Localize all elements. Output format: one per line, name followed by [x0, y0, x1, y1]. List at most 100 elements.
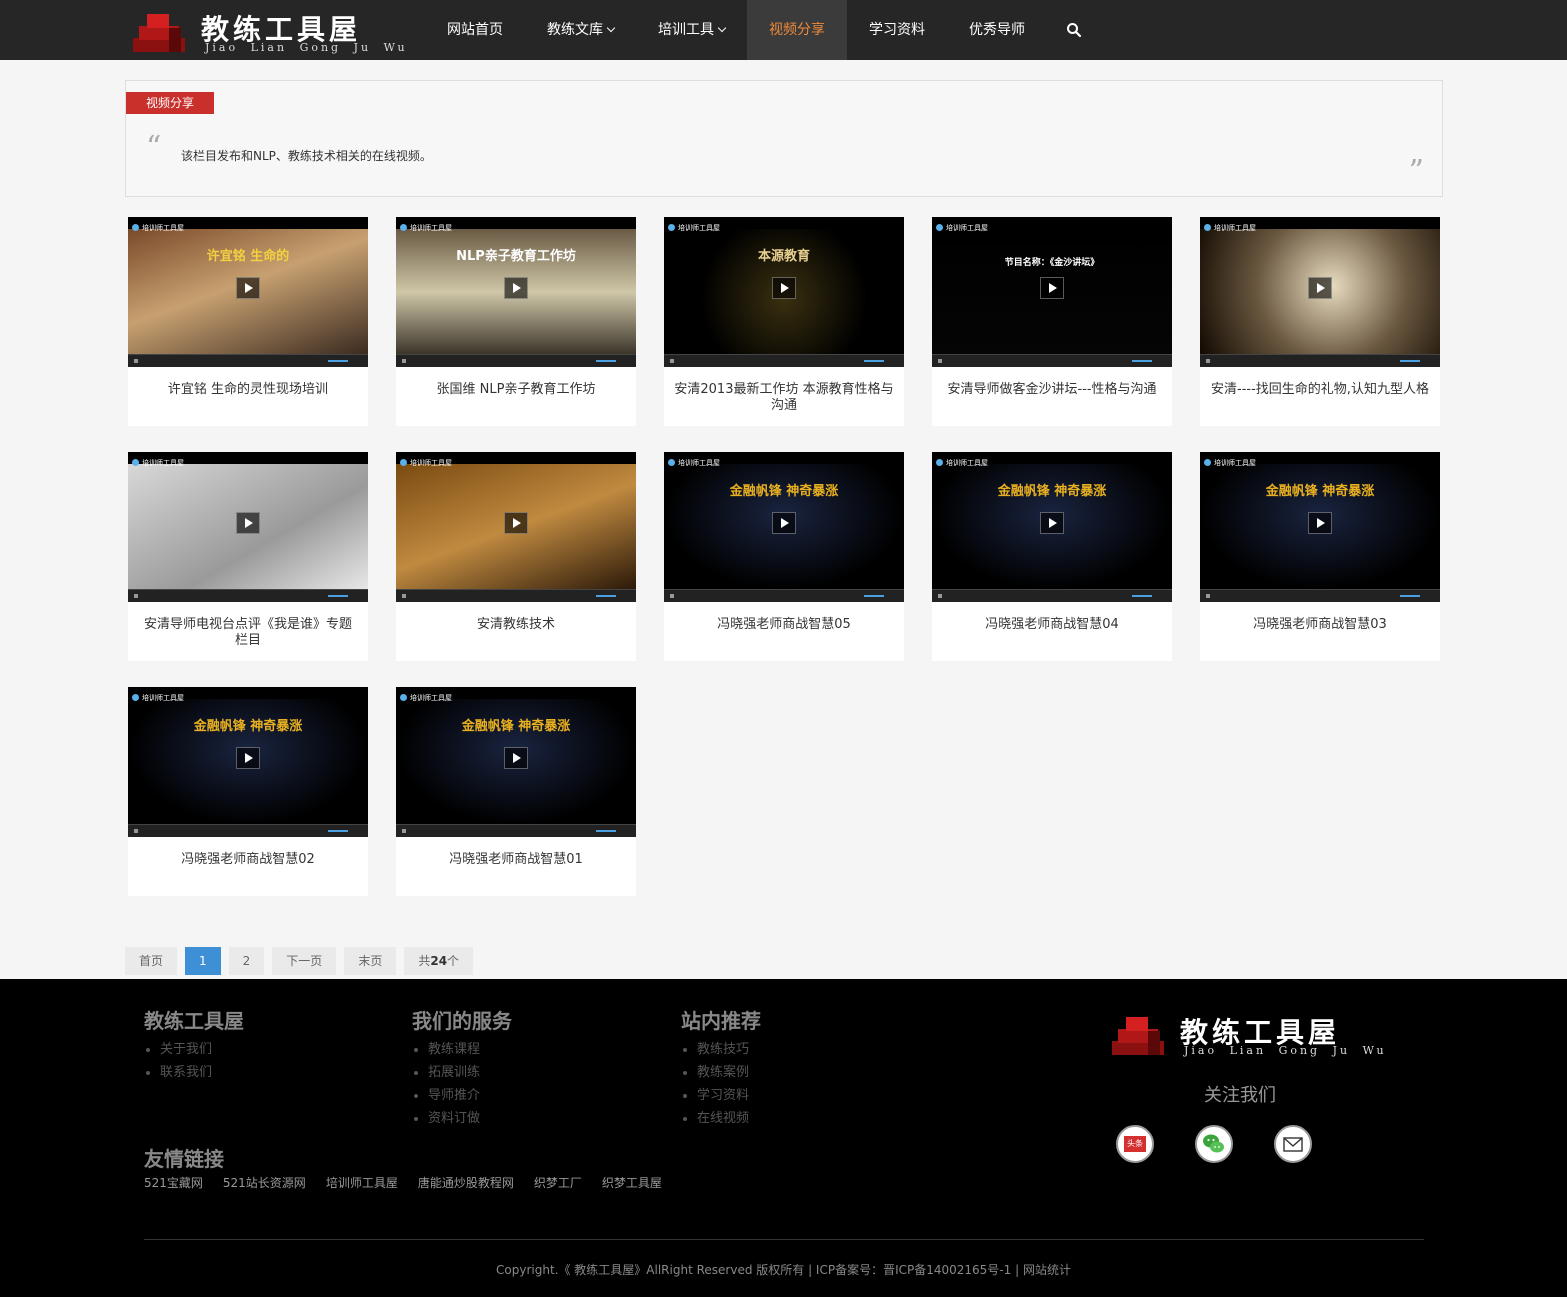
video-card[interactable]: 培训师工具屋安清教练技术 — [396, 452, 636, 661]
play-icon[interactable] — [504, 512, 528, 534]
pager-last[interactable]: 末页 — [344, 947, 397, 975]
footer-link[interactable]: 导师推介 — [414, 1084, 512, 1107]
player-control-bar[interactable] — [396, 824, 636, 837]
thumbnail-brand: 培训师工具屋 — [1204, 223, 1256, 233]
video-thumbnail[interactable]: 培训师工具屋 金融帆锋 神奇暴涨 — [664, 452, 904, 602]
nav-mentors[interactable]: 优秀导师 — [947, 0, 1047, 60]
video-card[interactable]: 培训师工具屋 NLP亲子教育工作坊张国维 NLP亲子教育工作坊 — [396, 217, 636, 426]
player-control-bar[interactable] — [664, 354, 904, 367]
play-icon[interactable] — [772, 512, 796, 534]
pager-next[interactable]: 下一页 — [272, 947, 337, 975]
player-control-bar[interactable] — [932, 589, 1172, 602]
footer-link[interactable]: 拓展训练 — [414, 1061, 512, 1084]
video-thumbnail[interactable]: 培训师工具屋 NLP亲子教育工作坊 — [396, 217, 636, 367]
search-icon[interactable] — [1066, 22, 1082, 38]
video-thumbnail[interactable]: 培训师工具屋 节目名称：《金沙讲坛》 — [932, 217, 1172, 367]
player-control-bar[interactable] — [932, 354, 1172, 367]
video-card[interactable]: 培训师工具屋 金融帆锋 神奇暴涨冯晓强老师商战智慧04 — [932, 452, 1172, 661]
category-description: 该栏目发布和NLP、教练技术相关的在线视频。 — [181, 149, 432, 163]
player-control-bar[interactable] — [128, 824, 368, 837]
play-icon[interactable] — [236, 277, 260, 299]
video-title[interactable]: 冯晓强老师商战智慧05 — [674, 617, 894, 633]
play-icon[interactable] — [772, 277, 796, 299]
video-title[interactable]: 许宜铭 生命的灵性现场培训 — [138, 382, 358, 398]
footer-link[interactable]: 学习资料 — [683, 1084, 761, 1107]
footer-link[interactable]: 教练技巧 — [683, 1038, 761, 1061]
video-card[interactable]: 培训师工具屋安清导师电视台点评《我是谁》专题栏目 — [128, 452, 368, 661]
footer-link[interactable]: 教练案例 — [683, 1061, 761, 1084]
site-footer: 教练工具屋 关于我们 联系我们 我们的服务 教练课程 拓展训练 导师推介 资料订… — [0, 979, 1567, 1297]
video-title[interactable]: 安清教练技术 — [406, 617, 626, 633]
video-card[interactable]: 培训师工具屋 节目名称：《金沙讲坛》安清导师做客金沙讲坛---性格与沟通 — [932, 217, 1172, 426]
video-card[interactable]: 培训师工具屋 金融帆锋 神奇暴涨冯晓强老师商战智慧01 — [396, 687, 636, 896]
video-thumbnail[interactable]: 培训师工具屋 — [396, 452, 636, 602]
player-control-bar[interactable] — [664, 589, 904, 602]
pager-page-1[interactable]: 1 — [185, 947, 221, 975]
video-title[interactable]: 安清----找回生命的礼物,认知九型人格 — [1210, 382, 1430, 398]
video-title[interactable]: 冯晓强老师商战智慧02 — [138, 852, 358, 868]
friend-link[interactable]: 521宝藏网 — [144, 1174, 203, 1191]
video-card[interactable]: 培训师工具屋 金融帆锋 神奇暴涨冯晓强老师商战智慧05 — [664, 452, 904, 661]
nav-library[interactable]: 教练文库 — [525, 0, 636, 60]
friend-link[interactable]: 培训师工具屋 — [326, 1174, 398, 1191]
video-thumbnail[interactable]: 培训师工具屋 许宜铭 生命的 — [128, 217, 368, 367]
video-thumbnail[interactable]: 培训师工具屋 金融帆锋 神奇暴涨 — [1200, 452, 1440, 602]
friend-link[interactable]: 521站长资源网 — [223, 1174, 306, 1191]
player-control-bar[interactable] — [128, 354, 368, 367]
nav-study-materials[interactable]: 学习资料 — [847, 0, 947, 60]
footer-link[interactable]: 关于我们 — [146, 1038, 244, 1061]
video-card[interactable]: 培训师工具屋 金融帆锋 神奇暴涨冯晓强老师商战智慧03 — [1200, 452, 1440, 661]
nav-tools[interactable]: 培训工具 — [636, 0, 747, 60]
player-control-bar[interactable] — [1200, 589, 1440, 602]
email-icon[interactable] — [1274, 1125, 1312, 1163]
play-icon[interactable] — [1040, 277, 1064, 299]
video-card[interactable]: 培训师工具屋安清----找回生命的礼物,认知九型人格 — [1200, 217, 1440, 426]
site-logo[interactable]: 教练工具屋 Jiao Lian Gong Ju Wu — [133, 6, 405, 56]
video-title[interactable]: 冯晓强老师商战智慧04 — [942, 617, 1162, 633]
close-quote-icon: ” — [1408, 154, 1424, 189]
footer-link[interactable]: 教练课程 — [414, 1038, 512, 1061]
nav-video-share[interactable]: 视频分享 — [747, 0, 847, 60]
video-card[interactable]: 培训师工具屋 本源教育安清2013最新工作坊 本源教育性格与沟通 — [664, 217, 904, 426]
pager-page-2[interactable]: 2 — [228, 947, 265, 975]
nav-home[interactable]: 网站首页 — [425, 0, 525, 60]
video-title[interactable]: 安清导师电视台点评《我是谁》专题栏目 — [138, 617, 358, 649]
play-icon[interactable] — [1308, 512, 1332, 534]
video-thumbnail[interactable]: 培训师工具屋 金融帆锋 神奇暴涨 — [128, 687, 368, 837]
thumbnail-brand: 培训师工具屋 — [132, 458, 184, 468]
main-nav: 网站首页 教练文库 培训工具 视频分享 学习资料 优秀导师 — [425, 0, 1047, 60]
play-icon[interactable] — [236, 512, 260, 534]
video-card[interactable]: 培训师工具屋 金融帆锋 神奇暴涨冯晓强老师商战智慧02 — [128, 687, 368, 896]
video-thumbnail[interactable]: 培训师工具屋 本源教育 — [664, 217, 904, 367]
video-title[interactable]: 张国维 NLP亲子教育工作坊 — [406, 382, 626, 398]
toutiao-icon[interactable]: 头条 — [1116, 1125, 1154, 1163]
play-icon[interactable] — [504, 277, 528, 299]
video-thumbnail[interactable]: 培训师工具屋 金融帆锋 神奇暴涨 — [932, 452, 1172, 602]
video-title[interactable]: 安清导师做客金沙讲坛---性格与沟通 — [942, 382, 1162, 398]
footer-link[interactable]: 在线视频 — [683, 1107, 761, 1130]
player-control-bar[interactable] — [396, 589, 636, 602]
player-control-bar[interactable] — [128, 589, 368, 602]
pager-first[interactable]: 首页 — [125, 947, 178, 975]
player-control-bar[interactable] — [396, 354, 636, 367]
friend-link[interactable]: 唐能通炒股教程网 — [418, 1174, 514, 1191]
friend-link[interactable]: 织梦工厂 — [534, 1174, 582, 1191]
video-title[interactable]: 安清2013最新工作坊 本源教育性格与沟通 — [674, 382, 894, 414]
play-icon[interactable] — [236, 747, 260, 769]
video-thumbnail[interactable]: 培训师工具屋 — [128, 452, 368, 602]
play-icon[interactable] — [504, 747, 528, 769]
video-card[interactable]: 培训师工具屋 许宜铭 生命的许宜铭 生命的灵性现场培训 — [128, 217, 368, 426]
footer-link[interactable]: 资料订做 — [414, 1107, 512, 1130]
player-control-bar[interactable] — [1200, 354, 1440, 367]
thumbnail-brand: 培训师工具屋 — [1204, 458, 1256, 468]
video-thumbnail[interactable]: 培训师工具屋 金融帆锋 神奇暴涨 — [396, 687, 636, 837]
play-icon[interactable] — [1040, 512, 1064, 534]
friend-link[interactable]: 织梦工具屋 — [602, 1174, 662, 1191]
footer-link[interactable]: 联系我们 — [146, 1061, 244, 1084]
video-thumbnail[interactable]: 培训师工具屋 — [1200, 217, 1440, 367]
wechat-icon[interactable] — [1195, 1125, 1233, 1163]
video-title[interactable]: 冯晓强老师商战智慧01 — [406, 852, 626, 868]
pager-total: 共24个 — [404, 947, 474, 975]
video-title[interactable]: 冯晓强老师商战智慧03 — [1210, 617, 1430, 633]
play-icon[interactable] — [1308, 277, 1332, 299]
